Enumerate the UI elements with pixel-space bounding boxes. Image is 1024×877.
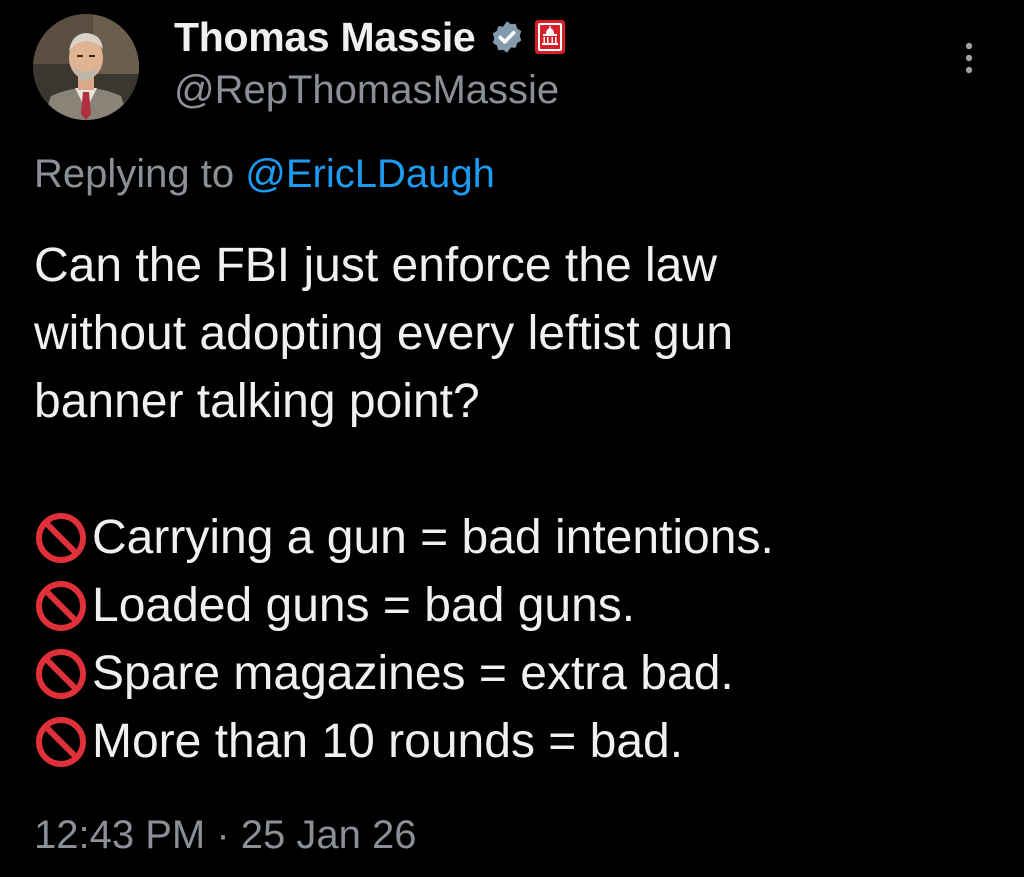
author-handle[interactable]: @RepThomasMassie <box>174 68 559 113</box>
tweet-timestamp[interactable]: 12:43 PM · 25 Jan 26 <box>34 813 416 858</box>
list-item: Carrying a gun = bad intentions. <box>34 504 994 572</box>
prohibited-icon <box>34 511 88 565</box>
tweet-text-line: Can the FBI just enforce the law <box>34 239 718 292</box>
prohibited-icon <box>34 579 88 633</box>
reply-mention-link[interactable]: @EricLDaugh <box>245 152 495 196</box>
timestamp-separator: · <box>205 813 241 857</box>
verified-badge-icon[interactable] <box>489 19 525 55</box>
tweet-text-line: banner talking point? <box>34 375 480 428</box>
prohibited-icon <box>34 647 88 701</box>
tweet-text-line: without adopting every leftist gun <box>34 307 734 360</box>
list-item-text: Spare magazines = extra bad. <box>92 647 734 700</box>
reply-context: Replying to @EricLDaugh <box>34 152 495 197</box>
more-options-icon[interactable] <box>958 38 980 78</box>
list-item: More than 10 rounds = bad. <box>34 708 994 776</box>
list-item-text: Carrying a gun = bad intentions. <box>92 511 774 564</box>
list-item: Spare magazines = extra bad. <box>34 640 994 708</box>
timestamp-time: 12:43 PM <box>34 813 206 857</box>
author-name-row: Thomas Massie <box>174 14 566 61</box>
list-item-text: More than 10 rounds = bad. <box>92 715 684 768</box>
list-item-text: Loaded guns = bad guns. <box>92 579 636 632</box>
reply-prefix: Replying to <box>34 152 246 196</box>
tweet-text: Can the FBI just enforce the law without… <box>34 232 994 776</box>
avatar-image <box>33 14 139 120</box>
prohibited-icon <box>34 715 88 769</box>
author-display-name[interactable]: Thomas Massie <box>174 14 476 61</box>
author-avatar[interactable] <box>33 14 139 120</box>
tweet-card: Thomas Massie @RepThomasMassie Replying … <box>0 0 1024 877</box>
us-capitol-icon[interactable] <box>535 20 566 54</box>
list-item: Loaded guns = bad guns. <box>34 572 994 640</box>
timestamp-date: 25 Jan 26 <box>240 813 417 857</box>
